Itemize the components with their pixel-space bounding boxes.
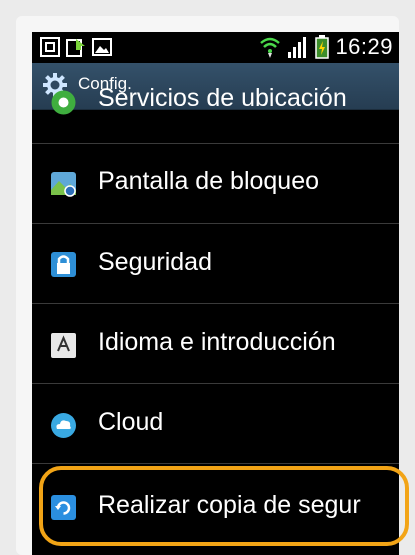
status-bar: 16:29 — [32, 32, 399, 63]
status-time: 16:29 — [335, 34, 393, 59]
phone-screen: 16:29 Config. Servicios de ubicación Pan… — [32, 32, 399, 555]
cloud-icon — [51, 413, 76, 438]
list-item-label: Servicios de ubicación — [98, 84, 347, 112]
list-item-cloud[interactable]: Cloud — [32, 383, 399, 464]
download-icon — [66, 39, 85, 57]
location-icon — [51, 90, 76, 115]
gallery-icon — [92, 38, 112, 56]
screenshot-icon — [40, 37, 60, 57]
list-item-label: Pantalla de bloqueo — [98, 167, 320, 195]
list-item-lock-screen[interactable]: Pantalla de bloqueo — [32, 143, 399, 224]
list-item-security[interactable]: Seguridad — [32, 223, 399, 304]
list-item-location[interactable]: Servicios de ubicación — [32, 84, 399, 144]
signal-icon — [288, 37, 307, 58]
security-icon — [51, 252, 76, 277]
list-item-label: Cloud — [98, 408, 164, 436]
battery-charging-icon — [315, 35, 330, 59]
list-item-backup[interactable]: Realizar copia de segur — [32, 463, 399, 543]
list-item-label: Realizar copia de segur — [98, 491, 361, 519]
wifi-icon — [260, 37, 281, 58]
list-item-language[interactable]: Idioma e introducción — [32, 303, 399, 384]
list-item-label: Seguridad — [98, 248, 212, 276]
list-item-label: Idioma e introducción — [98, 328, 336, 356]
lock-screen-icon — [51, 172, 76, 197]
backup-icon — [51, 495, 76, 520]
language-icon — [51, 333, 76, 358]
